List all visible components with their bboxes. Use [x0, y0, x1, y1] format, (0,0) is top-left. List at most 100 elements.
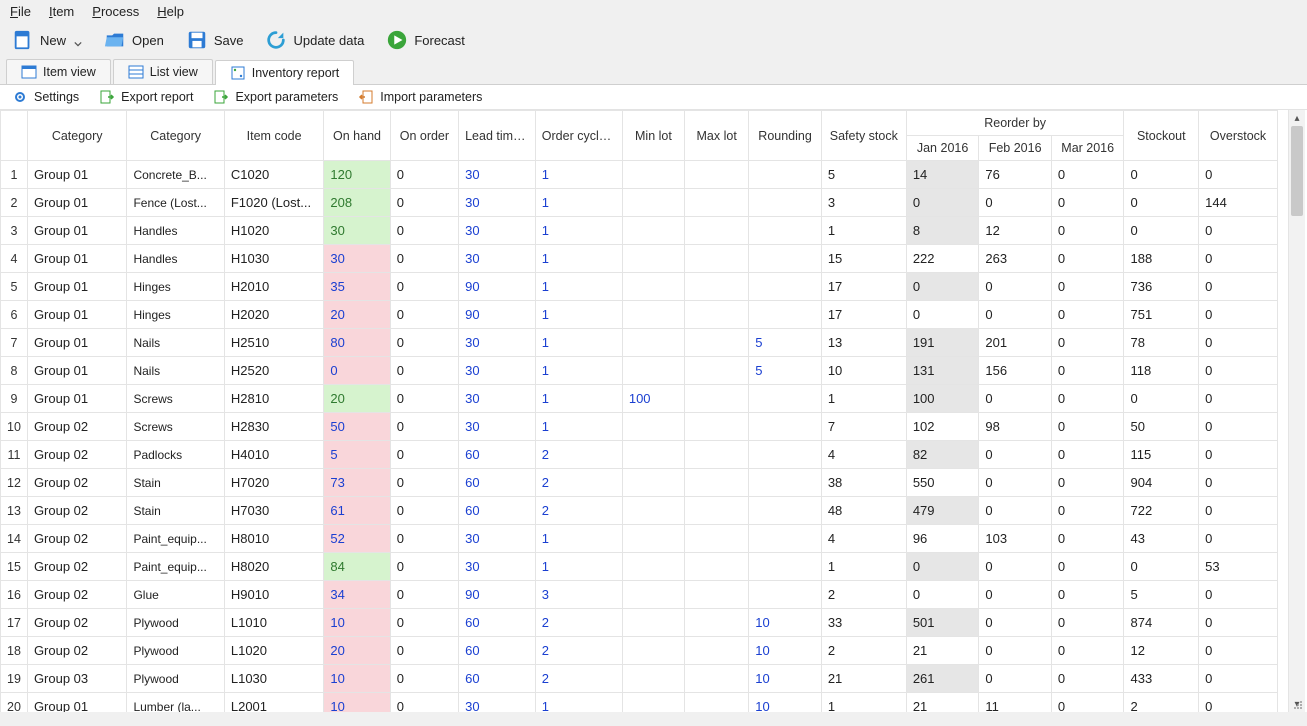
cell-lead-time[interactable]: 90 [459, 273, 536, 301]
cell-on-order[interactable]: 0 [390, 245, 458, 273]
cell-max-lot[interactable] [685, 553, 749, 581]
cell-lead-time[interactable]: 30 [459, 413, 536, 441]
cell-reorder-jan[interactable]: 261 [906, 665, 979, 693]
table-row[interactable]: 12Group 02StainH702073060238550009040 [1, 469, 1278, 497]
table-row[interactable]: 20Group 01Lumber (la...L2001100301101211… [1, 693, 1278, 713]
cell-category2[interactable]: Plywood [127, 665, 224, 693]
table-row[interactable]: 17Group 02PlywoodL1010100602103350100874… [1, 609, 1278, 637]
cell-reorder-mar[interactable]: 0 [1051, 245, 1124, 273]
cell-min-lot[interactable] [622, 329, 684, 357]
row-number[interactable]: 11 [1, 441, 28, 469]
cell-item-code[interactable]: H2020 [224, 301, 324, 329]
cell-reorder-mar[interactable]: 0 [1051, 609, 1124, 637]
cell-min-lot[interactable] [622, 665, 684, 693]
table-row[interactable]: 5Group 01HingesH2010350901170007360 [1, 273, 1278, 301]
cell-order-cycle[interactable]: 1 [535, 161, 622, 189]
cell-category2[interactable]: Lumber (la... [127, 693, 224, 713]
cell-rounding[interactable]: 10 [749, 609, 822, 637]
cell-category2[interactable]: Handles [127, 217, 224, 245]
cell-reorder-jan[interactable]: 82 [906, 441, 979, 469]
cell-reorder-mar[interactable]: 0 [1051, 217, 1124, 245]
cell-reorder-feb[interactable]: 0 [979, 581, 1052, 609]
cell-order-cycle[interactable]: 1 [535, 553, 622, 581]
cell-item-code[interactable]: H2010 [224, 273, 324, 301]
row-number[interactable]: 5 [1, 273, 28, 301]
cell-on-order[interactable]: 0 [390, 637, 458, 665]
cell-on-order[interactable]: 0 [390, 413, 458, 441]
cell-order-cycle[interactable]: 2 [535, 441, 622, 469]
cell-category2[interactable]: Nails [127, 329, 224, 357]
cell-on-order[interactable]: 0 [390, 497, 458, 525]
tab-inventory-report[interactable]: Inventory report [215, 60, 355, 85]
cell-order-cycle[interactable]: 1 [535, 413, 622, 441]
col-on-hand[interactable]: On hand [324, 111, 390, 161]
cell-reorder-mar[interactable]: 0 [1051, 693, 1124, 713]
cell-reorder-mar[interactable]: 0 [1051, 189, 1124, 217]
cell-item-code[interactable]: L1010 [224, 609, 324, 637]
cell-stockout[interactable]: 118 [1124, 357, 1199, 385]
cell-stockout[interactable]: 115 [1124, 441, 1199, 469]
cell-rounding[interactable] [749, 469, 822, 497]
cell-lead-time[interactable]: 30 [459, 357, 536, 385]
cell-reorder-feb[interactable]: 98 [979, 413, 1052, 441]
cell-order-cycle[interactable]: 1 [535, 217, 622, 245]
cell-reorder-feb[interactable]: 12 [979, 217, 1052, 245]
import-params-button[interactable]: Import parameters [356, 89, 484, 105]
cell-overstock[interactable]: 53 [1199, 553, 1278, 581]
cell-on-hand[interactable]: 50 [324, 413, 390, 441]
cell-stockout[interactable]: 0 [1124, 553, 1199, 581]
cell-reorder-feb[interactable]: 0 [979, 497, 1052, 525]
cell-category1[interactable]: Group 02 [27, 525, 127, 553]
cell-reorder-feb[interactable]: 76 [979, 161, 1052, 189]
row-number[interactable]: 16 [1, 581, 28, 609]
cell-item-code[interactable]: H4010 [224, 441, 324, 469]
cell-item-code[interactable]: H2810 [224, 385, 324, 413]
cell-min-lot[interactable] [622, 301, 684, 329]
cell-category2[interactable]: Paint_equip... [127, 525, 224, 553]
cell-reorder-feb[interactable]: 263 [979, 245, 1052, 273]
cell-category1[interactable]: Group 01 [27, 357, 127, 385]
cell-max-lot[interactable] [685, 329, 749, 357]
cell-lead-time[interactable]: 30 [459, 161, 536, 189]
cell-category1[interactable]: Group 01 [27, 693, 127, 713]
update-data-button[interactable]: Update data [261, 27, 368, 53]
cell-order-cycle[interactable]: 1 [535, 301, 622, 329]
cell-on-order[interactable]: 0 [390, 609, 458, 637]
tab-list-view[interactable]: List view [113, 59, 213, 84]
cell-overstock[interactable]: 0 [1199, 609, 1278, 637]
cell-rounding[interactable] [749, 245, 822, 273]
cell-lead-time[interactable]: 90 [459, 301, 536, 329]
cell-reorder-jan[interactable]: 0 [906, 581, 979, 609]
cell-reorder-feb[interactable]: 0 [979, 637, 1052, 665]
scroll-thumb[interactable] [1291, 126, 1303, 216]
menu-help[interactable]: Help [157, 4, 184, 19]
cell-lead-time[interactable]: 30 [459, 329, 536, 357]
cell-max-lot[interactable] [685, 189, 749, 217]
cell-on-hand[interactable]: 80 [324, 329, 390, 357]
cell-safety-stock[interactable]: 33 [821, 609, 906, 637]
cell-on-order[interactable]: 0 [390, 189, 458, 217]
cell-category2[interactable]: Concrete_B... [127, 161, 224, 189]
col-overstock[interactable]: Overstock [1199, 111, 1278, 161]
cell-on-hand[interactable]: 20 [324, 385, 390, 413]
cell-reorder-mar[interactable]: 0 [1051, 553, 1124, 581]
cell-max-lot[interactable] [685, 273, 749, 301]
cell-safety-stock[interactable]: 5 [821, 161, 906, 189]
cell-min-lot[interactable] [622, 161, 684, 189]
cell-overstock[interactable]: 0 [1199, 581, 1278, 609]
cell-reorder-feb[interactable]: 0 [979, 469, 1052, 497]
row-number[interactable]: 13 [1, 497, 28, 525]
cell-reorder-mar[interactable]: 0 [1051, 357, 1124, 385]
cell-max-lot[interactable] [685, 245, 749, 273]
cell-reorder-mar[interactable]: 0 [1051, 385, 1124, 413]
cell-category1[interactable]: Group 03 [27, 665, 127, 693]
cell-max-lot[interactable] [685, 413, 749, 441]
cell-on-order[interactable]: 0 [390, 301, 458, 329]
cell-lead-time[interactable]: 30 [459, 245, 536, 273]
cell-reorder-feb[interactable]: 0 [979, 385, 1052, 413]
cell-on-hand[interactable]: 208 [324, 189, 390, 217]
cell-stockout[interactable]: 2 [1124, 693, 1199, 713]
menu-process[interactable]: Process [92, 4, 139, 19]
cell-reorder-jan[interactable]: 501 [906, 609, 979, 637]
cell-rounding[interactable]: 10 [749, 693, 822, 713]
